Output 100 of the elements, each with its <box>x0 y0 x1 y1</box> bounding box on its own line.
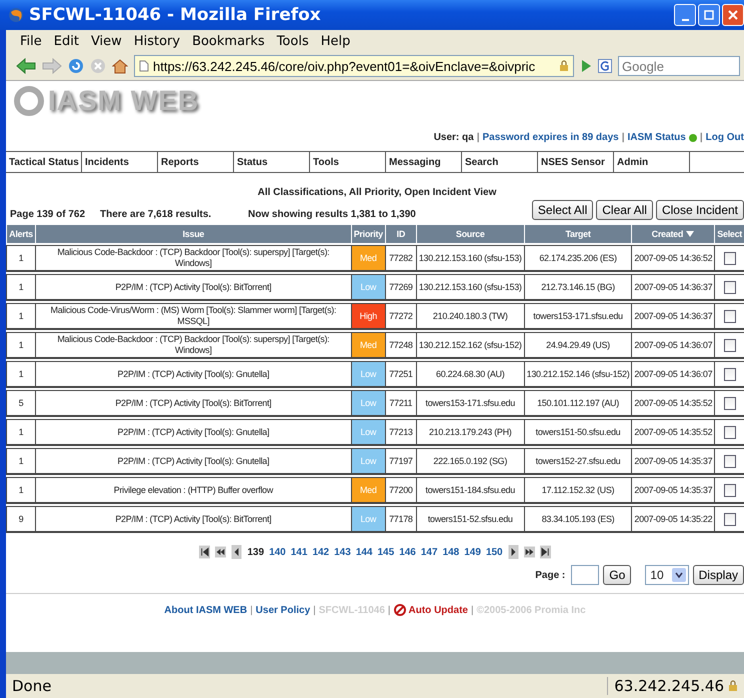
priority-cell: Med <box>350 477 385 504</box>
nav-tab[interactable]: NSES Sensor <box>538 152 614 172</box>
checkbox[interactable] <box>724 484 736 496</box>
close-button[interactable] <box>722 4 744 26</box>
header-link[interactable]: Log Out <box>706 132 744 143</box>
table-cell: 77213 <box>384 419 416 446</box>
header-link[interactable]: Password expires in 89 days <box>482 132 619 143</box>
table-cell: 77211 <box>384 390 416 417</box>
nav-tab[interactable]: Admin <box>614 152 690 172</box>
per-page-select[interactable]: 10 <box>645 565 689 585</box>
table-cell: P2P/IM : (TCP) Activity [Tool(s): BitTorrent] <box>35 506 351 533</box>
table-cell: 77178 <box>384 506 416 533</box>
column-header[interactable]: Target <box>524 225 632 243</box>
separator: | <box>700 132 703 143</box>
table-cell: 1 <box>6 303 35 330</box>
column-header[interactable]: ID <box>384 225 416 243</box>
first-page-icon[interactable] <box>199 545 210 559</box>
menu-item[interactable]: Help <box>320 34 350 48</box>
page-link[interactable]: 141 <box>290 546 308 558</box>
column-header[interactable]: Created <box>631 225 714 243</box>
back-icon[interactable] <box>16 58 36 74</box>
table-cell: 2007-09-05 14:36:52 <box>631 245 714 272</box>
nav-tab[interactable]: Status <box>234 152 310 172</box>
page-link[interactable]: 149 <box>464 546 481 558</box>
table-cell: 1 <box>6 448 35 475</box>
nav-tab[interactable]: Tactical Status <box>6 152 82 172</box>
last-page-icon[interactable] <box>540 545 551 559</box>
table-cell: 2007-09-05 14:35:22 <box>631 506 714 533</box>
page-link[interactable]: 150 <box>486 546 503 558</box>
action-button[interactable]: Close Incident <box>656 200 744 220</box>
page-link[interactable]: 144 <box>356 546 372 558</box>
table-cell: towers151-184.sfsu.edu <box>416 477 524 504</box>
column-header[interactable]: Priority <box>350 225 385 243</box>
page-link[interactable]: 140 <box>269 546 286 558</box>
checkbox[interactable] <box>724 426 736 438</box>
go-icon[interactable] <box>580 59 592 73</box>
menu-item[interactable]: Edit <box>54 34 79 48</box>
menu-item[interactable]: File <box>20 34 42 48</box>
page-link[interactable]: 139 <box>247 546 264 558</box>
menu-item[interactable]: Bookmarks <box>192 34 265 48</box>
auto-update-link[interactable]: Auto Update <box>408 604 468 616</box>
address-field[interactable]: https://63.242.245.46/core/oiv.php?event01=&oivEnclave=&oivpric <box>134 55 574 77</box>
nav-tab[interactable]: Search <box>462 152 538 172</box>
display-button[interactable]: Display <box>692 565 744 585</box>
column-header[interactable]: Issue <box>35 225 351 243</box>
table-cell: 2007-09-05 14:35:52 <box>631 390 714 417</box>
priority-cell: Low <box>350 390 385 417</box>
search-field[interactable]: Google <box>618 56 740 76</box>
nav-tab[interactable]: Reports <box>158 152 234 172</box>
checkbox[interactable] <box>724 396 736 410</box>
checkbox[interactable] <box>724 512 736 526</box>
footer-link[interactable]: About IASM WEB <box>164 604 248 616</box>
table-cell: P2P/IM : (TCP) Activity [Tool(s): Gnutella] <box>35 419 351 446</box>
nav-tab[interactable]: Incidents <box>82 152 158 172</box>
minimize-button[interactable] <box>674 4 696 26</box>
action-button[interactable]: Clear All <box>596 200 653 220</box>
column-header[interactable]: Alerts <box>6 225 35 243</box>
action-button[interactable]: Select All <box>532 200 594 220</box>
menu-item[interactable]: History <box>134 34 180 48</box>
separator: | <box>470 604 474 616</box>
next-icon[interactable] <box>508 545 519 559</box>
table-cell: 77272 <box>384 303 416 330</box>
footer-link[interactable]: User Policy <box>256 604 310 616</box>
page-link[interactable]: 145 <box>378 546 394 558</box>
checkbox[interactable] <box>724 252 736 264</box>
checkbox[interactable] <box>724 310 736 322</box>
table-cell: 150.101.112.197 (AU) <box>524 390 632 417</box>
table-cell: Malicious Code-Virus/Worm : (MS) Worm [Tool(s): Slammer worm] [Target(s): MSSQL] <box>35 303 351 330</box>
header-link[interactable]: IASM Status <box>628 132 686 143</box>
rewind-icon[interactable] <box>215 545 226 559</box>
checkbox[interactable] <box>724 280 736 294</box>
column-header[interactable]: Select <box>714 225 744 243</box>
separator: | <box>313 604 316 616</box>
page-link[interactable]: 143 <box>334 546 351 558</box>
table-cell: 130.212.153.160 (sfsu-153) <box>416 245 524 272</box>
page-link[interactable]: 147 <box>420 546 438 558</box>
menu-item[interactable]: Tools <box>276 34 309 48</box>
column-header[interactable]: Source <box>416 225 524 243</box>
checkbox[interactable] <box>724 454 736 468</box>
table-cell: Privilege elevation : (HTTP) Buffer overflow <box>35 477 351 504</box>
reload-icon[interactable] <box>68 58 84 74</box>
previous-icon[interactable] <box>231 545 242 559</box>
fast-forward-icon[interactable] <box>524 545 535 559</box>
table-cell: 130.212.153.160 (sfsu-153) <box>416 274 524 301</box>
nav-tab[interactable]: Messaging <box>386 152 462 172</box>
page-info: Page 139 of 762 <box>10 209 86 220</box>
page-link[interactable]: 142 <box>312 546 330 558</box>
sort-down-icon <box>685 230 696 238</box>
google-icon[interactable] <box>598 59 612 73</box>
home-icon[interactable] <box>112 58 128 74</box>
checkbox[interactable] <box>724 368 736 380</box>
page-link[interactable]: 146 <box>399 546 416 558</box>
go-button[interactable]: Go <box>603 565 632 585</box>
checkbox[interactable] <box>724 338 736 352</box>
maximize-button[interactable] <box>698 4 720 26</box>
page-field[interactable] <box>571 565 600 585</box>
nav-tab[interactable]: Tools <box>310 152 386 172</box>
menu-item[interactable]: View <box>90 34 122 48</box>
page-link[interactable]: 148 <box>442 546 460 558</box>
status-host: 63.242.245.46 <box>614 677 724 695</box>
